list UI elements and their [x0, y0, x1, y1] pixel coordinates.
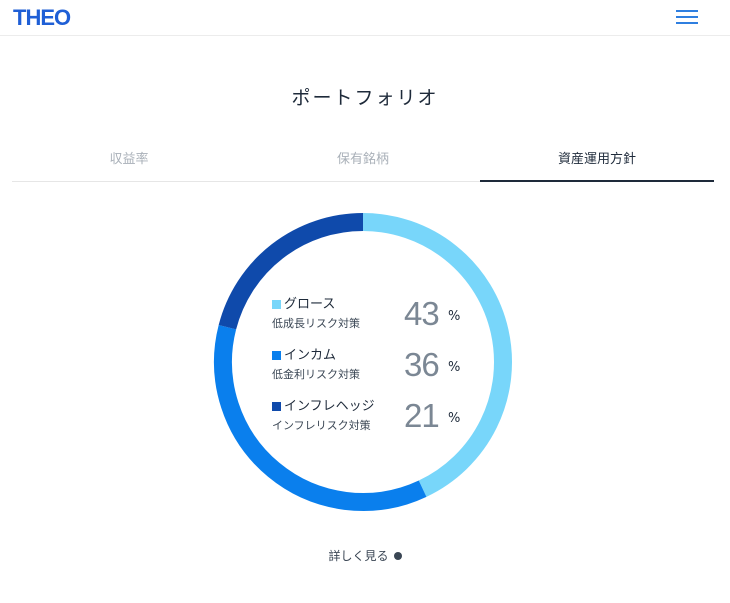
tab-holdings[interactable]: 保有銘柄	[246, 140, 480, 181]
app-header: THEO	[0, 0, 730, 36]
legend-desc: インフレリスク対策	[272, 419, 371, 432]
page-title: ポートフォリオ	[291, 87, 439, 109]
legend-item-inflation-hedge: インフレヘッジ インフレリスク対策 21 %	[272, 395, 472, 446]
legend-value: 36	[404, 346, 440, 383]
legend-unit: %	[448, 309, 461, 324]
tab-bar: 収益率 保有銘柄 資産運用方針	[12, 140, 714, 182]
legend-value: 21	[404, 397, 440, 434]
tab-investment-policy[interactable]: 資産運用方針	[480, 140, 714, 182]
legend-name: インフレヘッジ	[284, 399, 375, 414]
legend-swatch-growth	[272, 300, 281, 309]
chevron-circle-icon	[393, 551, 402, 560]
legend-item-growth: グロース 低成長リスク対策 43 %	[272, 293, 472, 344]
legend-name: インカム	[284, 348, 337, 363]
see-more-label: 詳しく見る	[328, 549, 389, 563]
legend-item-income: インカム 低金利リスク対策 36 %	[272, 344, 472, 395]
legend-value: 43	[404, 295, 440, 332]
legend-swatch-income	[272, 351, 281, 360]
legend-name: グロース	[284, 297, 336, 312]
see-more-link[interactable]: 詳しく見る	[0, 547, 730, 564]
tab-returns[interactable]: 収益率	[12, 140, 246, 181]
hamburger-icon[interactable]	[676, 10, 698, 24]
legend-swatch-inflation-hedge	[272, 402, 281, 411]
legend-desc: 低金利リスク対策	[272, 368, 360, 381]
legend-unit: %	[448, 411, 461, 426]
theo-logo[interactable]: THEO	[13, 5, 71, 31]
legend-unit: %	[448, 360, 461, 375]
legend-desc: 低成長リスク対策	[272, 317, 360, 330]
chart-legend: グロース 低成長リスク対策 43 % インカム 低金利リスク対策 36 % イン…	[272, 293, 472, 446]
